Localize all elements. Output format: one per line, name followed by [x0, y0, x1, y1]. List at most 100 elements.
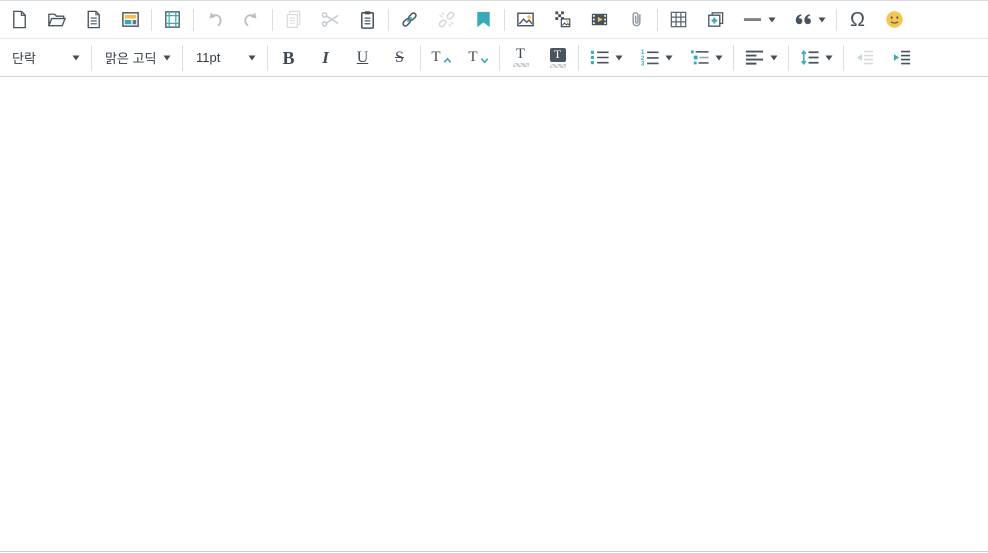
unlink-icon — [436, 9, 457, 30]
bold-button[interactable]: B — [270, 42, 307, 74]
page-layout-button[interactable] — [154, 4, 191, 36]
chevron-down-icon — [615, 55, 623, 61]
bullet-list-button[interactable] — [581, 42, 631, 74]
paste-button[interactable] — [349, 4, 386, 36]
chevron-down-icon — [768, 17, 776, 23]
open-file-icon — [46, 9, 67, 30]
image-editor-icon — [552, 9, 573, 30]
horizontal-rule-button[interactable] — [734, 4, 784, 36]
insert-layer-button[interactable] — [697, 4, 734, 36]
link-button[interactable] — [391, 4, 428, 36]
bullet-list-icon — [589, 47, 610, 68]
chevron-down-icon — [248, 55, 256, 61]
toolbar-separator — [788, 45, 789, 71]
toolbar-separator — [499, 45, 500, 71]
bookmark-icon — [473, 9, 494, 30]
toolbar-separator — [182, 45, 183, 71]
multilevel-list-button[interactable] — [681, 42, 731, 74]
special-character-button[interactable]: Ω — [839, 4, 876, 36]
editor-content-area[interactable] — [0, 77, 988, 550]
italic-button[interactable]: I — [307, 42, 344, 74]
toolbar-separator — [504, 9, 505, 31]
undo-icon — [204, 9, 225, 30]
chevron-down-icon — [72, 55, 80, 61]
undo-button — [196, 4, 233, 36]
superscript-button[interactable]: T — [423, 42, 460, 74]
chevron-down-icon — [825, 55, 833, 61]
cut-button — [312, 4, 349, 36]
svg-text:3: 3 — [641, 61, 645, 68]
strikethrough-button[interactable]: S — [381, 42, 418, 74]
text-align-button[interactable] — [736, 42, 786, 74]
insert-image-icon — [515, 9, 536, 30]
attach-file-button[interactable] — [618, 4, 655, 36]
font-size-value: 11pt — [196, 50, 220, 65]
document-button[interactable] — [75, 4, 112, 36]
insert-image-button[interactable] — [507, 4, 544, 36]
underline-button[interactable]: U — [344, 42, 381, 74]
subscript-icon: T — [468, 50, 488, 65]
image-editor-button[interactable] — [544, 4, 581, 36]
underline-icon: U — [357, 50, 369, 66]
numbered-list-button[interactable]: 123 — [631, 42, 681, 74]
italic-icon: I — [322, 49, 329, 66]
toolbar-formatting: 단락맑은 고딕11ptBIUSTTTT123 — [0, 39, 988, 77]
toolbar-separator — [151, 9, 152, 31]
paragraph-format-select[interactable]: 단락 — [1, 43, 89, 73]
outdent-button — [846, 42, 883, 74]
open-file-button[interactable] — [38, 4, 75, 36]
insert-table-button[interactable] — [660, 4, 697, 36]
numbered-list-icon: 123 — [639, 47, 660, 68]
insert-layer-icon — [705, 9, 726, 30]
blockquote-button[interactable] — [784, 4, 834, 36]
superscript-icon: T — [431, 50, 451, 65]
paragraph-format-value: 단락 — [12, 48, 36, 67]
insert-video-button[interactable] — [581, 4, 618, 36]
indent-button[interactable] — [883, 42, 920, 74]
new-document-icon — [9, 9, 30, 30]
paste-icon — [357, 9, 378, 30]
font-color-icon: T — [513, 48, 529, 67]
toolbar-separator — [578, 45, 579, 71]
special-character-icon: Ω — [850, 10, 865, 30]
subscript-button[interactable]: T — [460, 42, 497, 74]
bold-icon: B — [282, 49, 294, 67]
strikethrough-icon: S — [395, 50, 404, 66]
chevron-down-icon — [665, 55, 673, 61]
emoticon-button[interactable] — [876, 4, 913, 36]
redo-icon — [241, 9, 262, 30]
toolbar-separator — [836, 9, 837, 31]
horizontal-rule-icon — [742, 9, 763, 30]
unlink-button — [428, 4, 465, 36]
text-align-icon — [744, 47, 765, 68]
cut-icon — [320, 9, 341, 30]
toolbar-separator — [388, 9, 389, 31]
indent-icon — [891, 47, 912, 68]
attach-file-icon — [626, 9, 647, 30]
toolbar-separator — [267, 45, 268, 71]
redo-button — [233, 4, 270, 36]
insert-video-icon — [589, 9, 610, 30]
chevron-down-icon — [163, 55, 171, 61]
new-document-button[interactable] — [1, 4, 38, 36]
toolbar-separator — [420, 45, 421, 71]
line-height-button[interactable] — [791, 42, 841, 74]
editor-bottom-border — [0, 551, 988, 552]
highlight-color-button[interactable]: T — [539, 42, 576, 74]
link-icon — [399, 9, 420, 30]
line-height-icon — [799, 47, 820, 68]
template-icon — [120, 9, 141, 30]
copy-button — [275, 4, 312, 36]
bookmark-button[interactable] — [465, 4, 502, 36]
chevron-down-icon — [770, 55, 778, 61]
font-color-button[interactable]: T — [502, 42, 539, 74]
font-family-select[interactable]: 맑은 고딕 — [94, 43, 180, 73]
template-button[interactable] — [112, 4, 149, 36]
copy-icon — [283, 9, 304, 30]
font-size-select[interactable]: 11pt — [185, 43, 265, 73]
multilevel-list-icon — [689, 47, 710, 68]
font-family-value: 맑은 고딕 — [105, 48, 156, 67]
insert-table-icon — [668, 9, 689, 30]
rich-text-editor: Ω 단락맑은 고딕11ptBIUSTTTT123 — [0, 0, 988, 553]
document-icon — [83, 9, 104, 30]
